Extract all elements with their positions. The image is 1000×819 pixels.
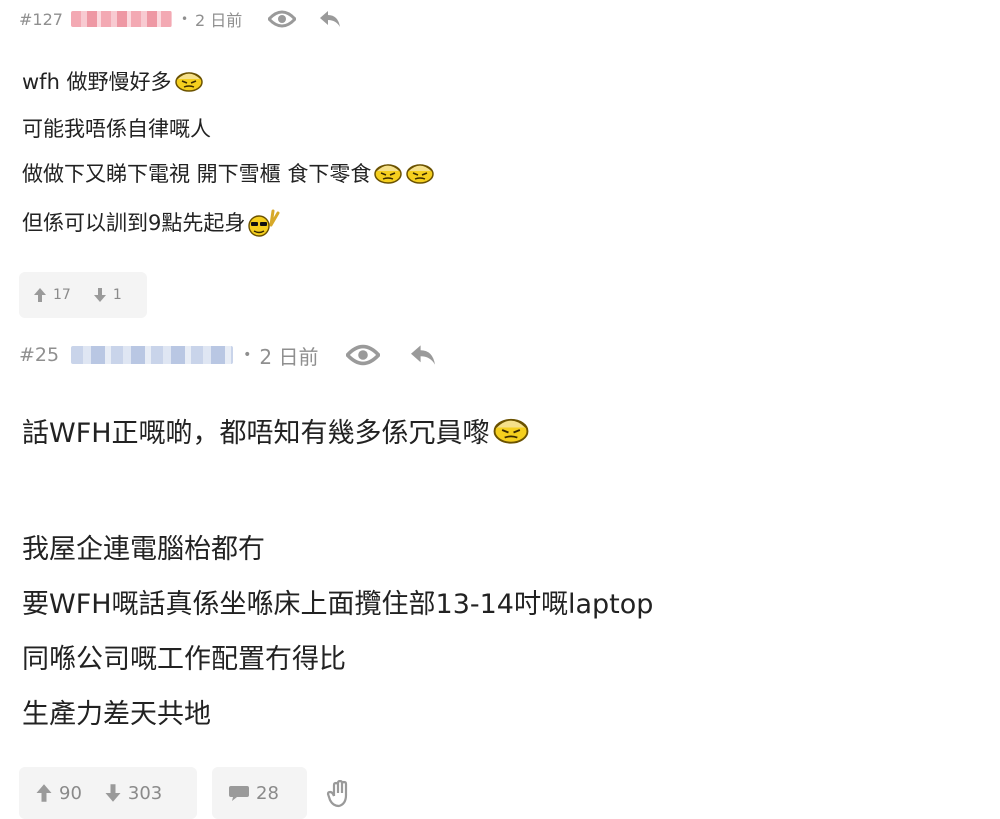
post-line: 我屋企連電腦枱都冇: [22, 525, 265, 567]
upvote-button[interactable]: 90: [35, 783, 82, 804]
thumb-up-arrow-icon: [34, 288, 46, 302]
eye-icon[interactable]: [268, 9, 297, 29]
post-line: 可能我唔係自律嘅人: [22, 112, 211, 144]
downvote-button[interactable]: 303: [104, 783, 162, 804]
vote-bar: 90 303: [19, 767, 197, 819]
vote-bar: 17 1: [19, 272, 147, 318]
username-blurred[interactable]: [70, 11, 172, 27]
post-text: wfh 做野慢好多: [22, 70, 172, 94]
username-blurred[interactable]: [71, 346, 234, 364]
post-line: 同喺公司嘅工作配置冇得比: [22, 635, 346, 677]
dot-separator: •: [243, 347, 252, 363]
dot-separator: •: [180, 12, 189, 26]
eye-icon[interactable]: [346, 343, 381, 367]
upvote-button[interactable]: 17: [33, 287, 71, 303]
comment-bar[interactable]: 28: [212, 767, 307, 819]
post-text: 同喺公司嘅工作配置冇得比: [22, 643, 346, 675]
post-line: 要WFH嘅話真係坐喺床上面攬住部13-14吋嘅laptop: [22, 580, 653, 622]
dizzy-face-icon: [492, 416, 530, 444]
post-text: 我屋企連電腦枱都冇: [22, 533, 265, 565]
dizzy-face-icon: [405, 162, 435, 184]
sunglasses-peace-icon: [247, 205, 281, 239]
dizzy-face-icon: [174, 70, 204, 92]
post-text: 要WFH嘅話真係坐喺床上面攬住部13-14吋嘅laptop: [22, 588, 654, 620]
post-text: 但係可以訓到9點先起身: [22, 211, 246, 235]
upvote-count: 90: [59, 782, 82, 804]
post-text: 可能我唔係自律嘅人: [22, 117, 211, 141]
comments-button[interactable]: 28: [228, 783, 279, 804]
dizzy-face-icon: [373, 162, 403, 184]
reply-icon[interactable]: [408, 343, 438, 367]
post-line: 話WFH正嘅啲，都唔知有幾多係冗員嚟: [22, 408, 530, 452]
hand-icon[interactable]: [326, 780, 352, 808]
comment-count: 28: [256, 782, 279, 804]
post-text: 話WFH正嘅啲，都唔知有幾多係冗員嚟: [22, 417, 490, 449]
post-header: #25 • 2 日前: [0, 340, 438, 370]
post-number: #25: [19, 344, 60, 366]
post-time: 2 日前: [259, 344, 319, 369]
thumb-down-arrow-icon: [93, 288, 106, 302]
thumb-up-arrow-icon: [36, 784, 52, 802]
post-line: wfh 做野慢好多: [22, 64, 204, 98]
thumb-down-arrow-icon: [105, 784, 121, 802]
post-line: 做做下又睇下電視 開下雪櫃 食下零食: [22, 156, 435, 190]
reply-icon[interactable]: [318, 9, 342, 29]
post-number: #127: [19, 9, 63, 29]
upvote-count: 17: [53, 287, 71, 303]
downvote-count: 303: [127, 782, 163, 804]
post-line: 生產力差天共地: [22, 690, 211, 732]
post-text: 做做下又睇下電視 開下雪櫃 食下零食: [22, 162, 372, 186]
post-header: #127 • 2 日前: [0, 6, 342, 32]
downvote-button[interactable]: 1: [93, 287, 122, 303]
post-time: 2 日前: [195, 11, 243, 30]
downvote-count: 1: [112, 287, 122, 303]
post-text: 生產力差天共地: [22, 698, 211, 730]
post-line: 但係可以訓到9點先起身: [22, 202, 281, 242]
comment-icon: [229, 786, 249, 801]
